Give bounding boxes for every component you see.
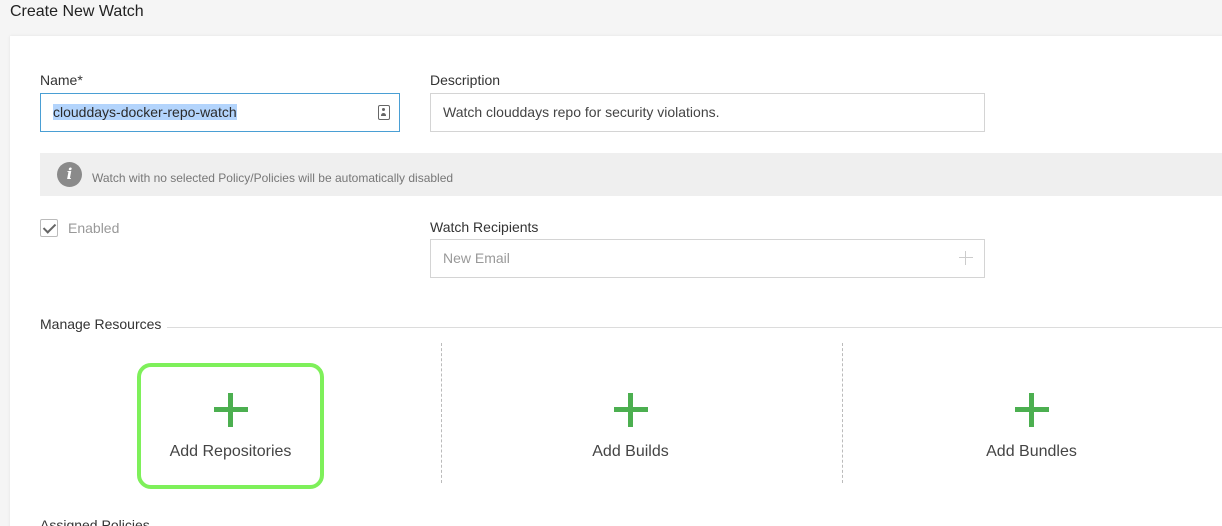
new-email-placeholder: New Email — [443, 250, 510, 266]
name-label: Name* — [40, 72, 83, 88]
info-message: Watch with no selected Policy/Policies w… — [92, 171, 454, 185]
enabled-checkbox[interactable] — [40, 219, 58, 237]
plus-icon — [613, 393, 648, 427]
add-repositories-label: Add Repositories — [169, 443, 292, 460]
add-builds-button[interactable]: Add Builds — [537, 363, 724, 489]
description-input-value: Watch clouddays repo for security violat… — [443, 104, 720, 120]
add-builds-label: Add Builds — [592, 443, 669, 460]
plus-icon — [213, 393, 248, 427]
plus-icon — [1014, 393, 1049, 427]
add-bundles-button[interactable]: Add Bundles — [938, 363, 1125, 489]
new-email-input[interactable]: New Email — [430, 239, 985, 278]
section-divider — [40, 327, 1222, 328]
assigned-policies-title: Assigned Policies — [40, 517, 150, 526]
watch-form-panel: Name* clouddays-docker-repo-watch Descri… — [10, 36, 1222, 526]
name-input[interactable]: clouddays-docker-repo-watch — [40, 93, 400, 132]
resource-divider — [441, 343, 442, 483]
recipients-label: Watch Recipients — [430, 219, 539, 235]
add-email-plus-icon[interactable] — [958, 250, 974, 266]
add-repositories-button[interactable]: Add Repositories — [137, 363, 324, 489]
description-label: Description — [430, 72, 501, 88]
name-input-value: clouddays-docker-repo-watch — [53, 104, 237, 120]
resource-divider — [842, 343, 843, 483]
description-input[interactable]: Watch clouddays repo for security violat… — [430, 93, 985, 132]
page-title: Create New Watch — [10, 3, 144, 20]
info-icon: i — [57, 162, 82, 187]
add-bundles-label: Add Bundles — [986, 443, 1077, 460]
contact-card-icon[interactable] — [378, 105, 390, 120]
info-banner: i Watch with no selected Policy/Policies… — [40, 153, 1222, 196]
enabled-label: Enabled — [68, 220, 120, 236]
manage-resources-title: Manage Resources — [40, 316, 168, 332]
